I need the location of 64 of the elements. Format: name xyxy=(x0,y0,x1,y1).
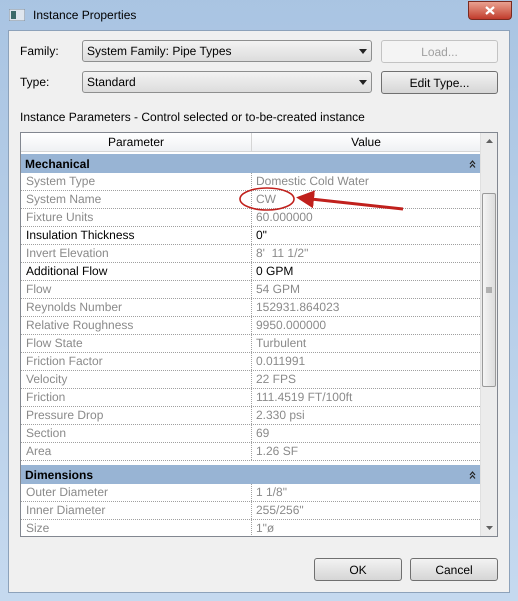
dropdown-arrow-icon xyxy=(359,80,367,84)
group-header[interactable]: Mechanical xyxy=(21,154,480,173)
dialog-button[interactable]: Cancel xyxy=(410,558,498,581)
value-cell[interactable]: 2.330 psi xyxy=(252,407,480,424)
value-cell[interactable]: 8' 11 1/2" xyxy=(252,245,480,262)
collapse-icon[interactable] xyxy=(469,160,476,168)
value-cell[interactable]: Turbulent xyxy=(252,335,480,352)
dropdown[interactable]: Standard xyxy=(82,71,372,93)
scroll-down-icon[interactable] xyxy=(486,526,492,530)
parameter-cell: Section xyxy=(21,425,252,442)
value-cell[interactable]: 1"ø xyxy=(252,520,480,536)
value-cell[interactable]: 0 GPM xyxy=(252,263,480,280)
field-label: Family: xyxy=(20,43,60,60)
value-cell[interactable]: 0.011991 xyxy=(252,353,480,370)
parameter-cell: Flow State xyxy=(21,335,252,352)
collapse-icon[interactable] xyxy=(469,470,476,478)
parameter-cell: Outer Diameter xyxy=(21,484,252,501)
parameter-cell: Size xyxy=(21,520,252,536)
parameter-cell: Inner Diameter xyxy=(21,502,252,519)
parameter-cell: Area xyxy=(21,443,252,460)
value-cell[interactable]: 22 FPS xyxy=(252,371,480,388)
close-button[interactable] xyxy=(468,1,512,20)
dialog-button[interactable]: OK xyxy=(314,558,402,581)
value-cell[interactable]: 0" xyxy=(252,227,480,244)
parameter-cell: Velocity xyxy=(21,371,252,388)
parameter-cell: Pressure Drop xyxy=(21,407,252,424)
value-cell[interactable]: 9950.000000 xyxy=(252,317,480,334)
parameter-cell: Reynolds Number xyxy=(21,299,252,316)
section-label: Instance Parameters - Control selected or to-be-created instance xyxy=(20,109,366,126)
parameter-cell: System Name xyxy=(21,191,252,208)
dropdown[interactable]: System Family: Pipe Types xyxy=(82,40,372,62)
parameter-cell: Friction xyxy=(21,389,252,406)
scroll-up-icon[interactable] xyxy=(486,139,492,143)
value-cell[interactable]: 152931.864023 xyxy=(252,299,480,316)
column-header[interactable]: Value xyxy=(252,133,480,151)
parameter-cell: Insulation Thickness xyxy=(21,227,252,244)
app-icon xyxy=(9,9,25,21)
parameter-cell: Additional Flow xyxy=(21,263,252,280)
close-icon xyxy=(485,6,495,15)
dropdown-arrow-icon xyxy=(359,48,367,54)
value-cell[interactable]: 54 GPM xyxy=(252,281,480,298)
highlight-ellipse xyxy=(239,187,295,211)
value-cell[interactable]: 1 1/8" xyxy=(252,484,480,501)
scrollbar-thumb[interactable] xyxy=(482,192,496,386)
window-title: Instance Properties xyxy=(33,7,136,24)
value-cell[interactable]: Domestic Cold Water xyxy=(252,173,480,190)
grip-icon xyxy=(486,286,492,292)
value-cell[interactable]: 1.26 SF xyxy=(252,443,480,460)
value-cell[interactable]: 69 xyxy=(252,425,480,442)
field-label: Type: xyxy=(20,74,50,91)
parameter-cell: Friction Factor xyxy=(21,353,252,370)
parameter-cell: Relative Roughness xyxy=(21,317,252,334)
value-cell[interactable]: 60.000000 xyxy=(252,209,480,226)
value-cell[interactable]: 111.4519 FT/100ft xyxy=(252,389,480,406)
scrollbar[interactable] xyxy=(480,133,497,536)
value-cell[interactable]: 255/256" xyxy=(252,502,480,519)
group-header[interactable]: Dimensions xyxy=(21,465,480,484)
parameter-cell: System Type xyxy=(21,173,252,190)
parameter-cell: Fixture Units xyxy=(21,209,252,226)
parameter-cell: Flow xyxy=(21,281,252,298)
column-header[interactable]: Parameter xyxy=(21,133,252,151)
edit-type-button[interactable]: Edit Type... xyxy=(381,71,498,94)
value-cell[interactable]: CW xyxy=(252,191,480,208)
parameter-cell: Invert Elevation xyxy=(21,245,252,262)
